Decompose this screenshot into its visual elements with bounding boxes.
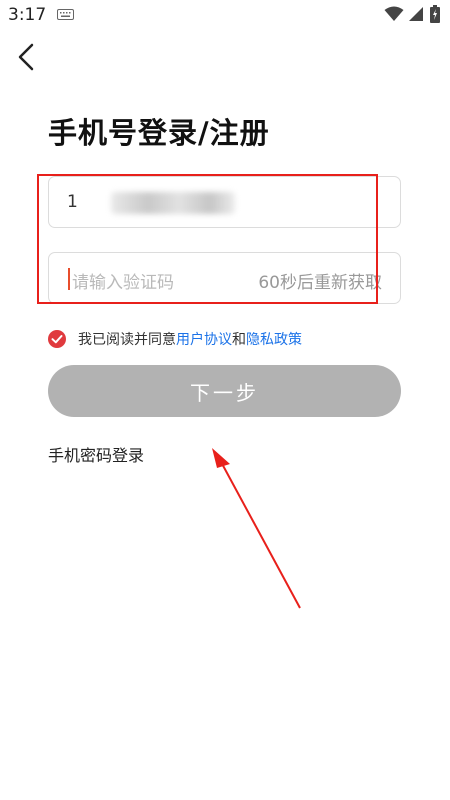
agreement-prefix: 我已阅读并同意 — [78, 332, 176, 348]
login-screen: 3:17 手机号登录/注册 1 请输入验证码 60秒后重新获取 我已阅读并同意 … — [0, 0, 450, 800]
cell-signal-icon — [409, 7, 423, 21]
back-button[interactable] — [8, 38, 44, 76]
status-bar: 3:17 — [0, 0, 450, 32]
page-title: 手机号登录/注册 — [48, 116, 270, 150]
next-step-button[interactable]: 下一步 — [48, 365, 401, 417]
annotation-arrow — [212, 448, 301, 609]
user-agreement-link[interactable]: 用户协议 — [176, 329, 232, 349]
status-time: 3:17 — [8, 5, 47, 25]
checkbox-checked-icon[interactable] — [48, 330, 66, 348]
annotation-highlight-box — [37, 174, 378, 304]
battery-icon — [430, 5, 440, 23]
wifi-icon — [384, 6, 404, 21]
password-login-link[interactable]: 手机密码登录 — [48, 442, 144, 466]
keyboard-icon — [57, 9, 74, 20]
agreement-row: 我已阅读并同意 用户协议 和 隐私政策 — [48, 329, 302, 349]
chevron-left-icon — [18, 43, 34, 71]
privacy-policy-link[interactable]: 隐私政策 — [246, 329, 302, 349]
agreement-and: 和 — [232, 332, 246, 348]
